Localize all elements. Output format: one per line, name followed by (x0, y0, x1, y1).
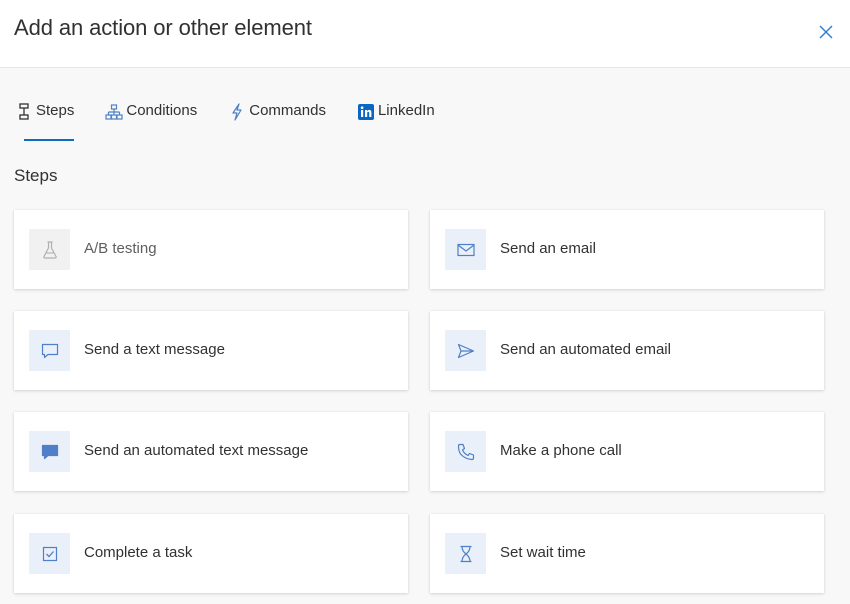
section-heading: Steps (14, 166, 58, 185)
card-label: Complete a task (84, 544, 193, 561)
card-icon-box (445, 229, 486, 270)
card-complete-task[interactable]: Complete a task (14, 514, 408, 593)
tab-conditions-label: Conditions (126, 102, 198, 119)
conditions-icon (104, 102, 124, 122)
card-icon-box (29, 533, 70, 574)
lightning-icon (227, 102, 247, 122)
tab-linkedin[interactable]: LinkedIn (356, 96, 435, 142)
card-icon-box (29, 229, 70, 270)
card-icon-box (445, 533, 486, 574)
dialog-header: Add an action or other element (0, 0, 850, 68)
tab-steps[interactable]: Steps (14, 96, 75, 142)
card-label: Make a phone call (500, 442, 622, 459)
card-label: A/B testing (84, 240, 157, 257)
card-icon-box (29, 431, 70, 472)
card-make-phone-call[interactable]: Make a phone call (430, 412, 824, 491)
card-icon-box (445, 431, 486, 472)
card-label: Set wait time (500, 544, 586, 561)
card-send-automated-text[interactable]: Send an automated text message (14, 412, 408, 491)
card-icon-box (445, 330, 486, 371)
tab-conditions[interactable]: Conditions (104, 96, 197, 142)
close-button[interactable] (814, 20, 838, 44)
tab-commands[interactable]: Commands (227, 96, 326, 142)
flask-icon (42, 240, 57, 259)
card-send-automated-email[interactable]: Send an automated email (430, 311, 824, 390)
card-send-text-message[interactable]: Send a text message (14, 311, 408, 390)
send-icon (457, 343, 474, 358)
dialog-title: Add an action or other element (14, 15, 312, 40)
checkbox-icon (42, 546, 57, 561)
card-ab-testing[interactable]: A/B testing (14, 210, 408, 289)
card-label: Send an automated text message (84, 442, 309, 459)
card-send-email[interactable]: Send an email (430, 210, 824, 289)
linkedin-icon (356, 102, 376, 122)
tab-steps-label: Steps (36, 102, 75, 119)
filled-chat-icon (41, 444, 58, 459)
close-icon (819, 25, 833, 39)
card-set-wait-time[interactable]: Set wait time (430, 514, 824, 593)
hourglass-icon (460, 545, 471, 562)
card-icon-box (29, 330, 70, 371)
phone-icon (457, 443, 474, 460)
card-label: Send an automated email (500, 341, 671, 358)
steps-icon (14, 102, 34, 122)
card-label: Send a text message (84, 341, 225, 358)
tab-commands-label: Commands (249, 102, 326, 119)
mail-icon (456, 243, 475, 256)
tab-bar: Steps Conditions Commands LinkedIn (14, 96, 465, 142)
chat-bubble-icon (41, 343, 58, 358)
tab-linkedin-label: LinkedIn (377, 102, 435, 119)
card-label: Send an email (500, 240, 596, 257)
